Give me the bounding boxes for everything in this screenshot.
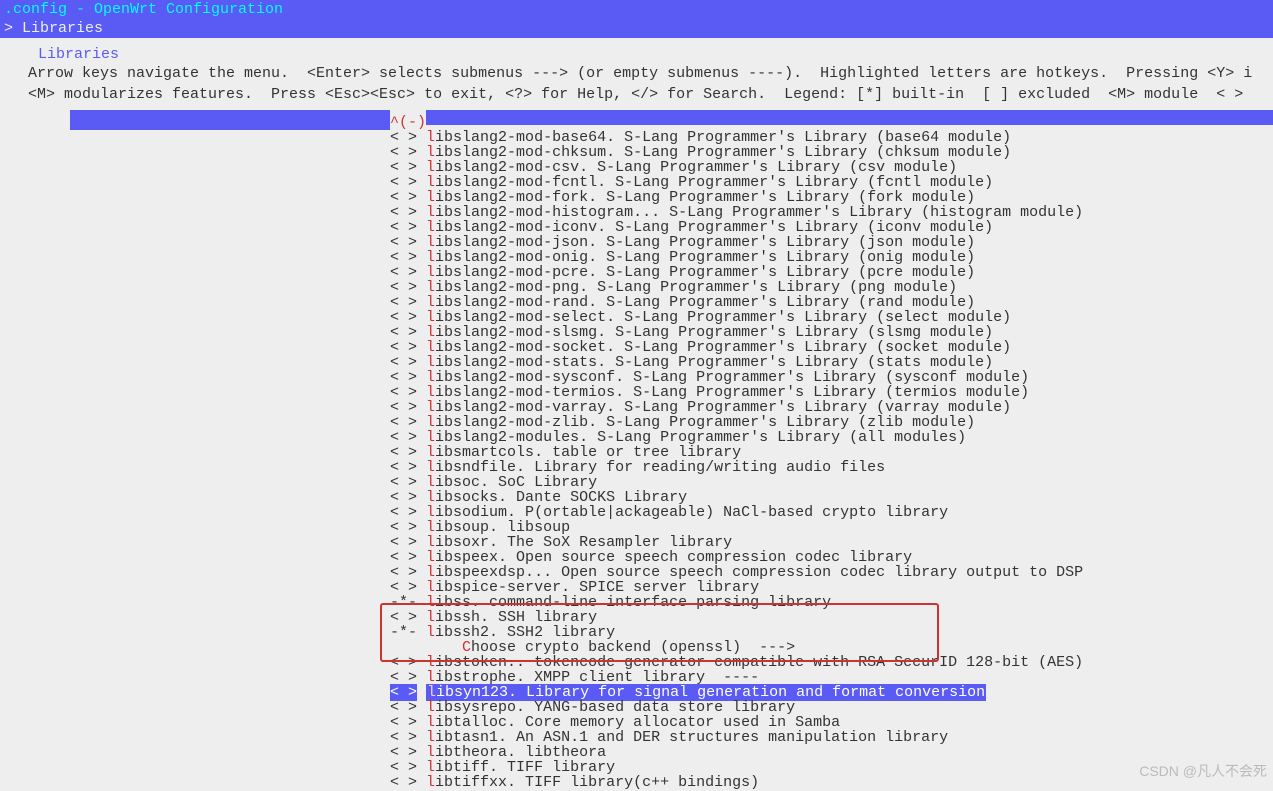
- menu-item[interactable]: -*- libssh2. SSH2 library: [390, 625, 1273, 640]
- menu-item[interactable]: < > libslang2-mod-socket. S-Lang Program…: [390, 340, 1273, 355]
- menu-item[interactable]: < > libsoup. libsoup: [390, 520, 1273, 535]
- menu-item[interactable]: < > libslang2-mod-rand. S-Lang Programme…: [390, 295, 1273, 310]
- help-text-line2: <M> modularizes features. Press <Esc><Es…: [20, 84, 1253, 105]
- menu-item[interactable]: < > libtheora. libtheora: [390, 745, 1273, 760]
- menu-item[interactable]: < > libslang2-mod-varray. S-Lang Program…: [390, 400, 1273, 415]
- menu-list[interactable]: ^(-) < > libslang2-mod-base64. S-Lang Pr…: [0, 115, 1273, 790]
- menu-item[interactable]: < > libstrophe. XMPP client library ----: [390, 670, 1273, 685]
- menu-item[interactable]: < > libslang2-mod-base64. S-Lang Program…: [390, 130, 1273, 145]
- menu-item[interactable]: < > libspeexdsp... Open source speech co…: [390, 565, 1273, 580]
- menu-item[interactable]: < > libsocks. Dante SOCKS Library: [390, 490, 1273, 505]
- menu-label: Libraries: [32, 46, 125, 63]
- menu-item[interactable]: < > libtasn1. An ASN.1 and DER structure…: [390, 730, 1273, 745]
- menu-item[interactable]: < > libslang2-mod-select. S-Lang Program…: [390, 310, 1273, 325]
- menu-item[interactable]: < > libslang2-mod-json. S-Lang Programme…: [390, 235, 1273, 250]
- menu-item[interactable]: < > libspeex. Open source speech compres…: [390, 550, 1273, 565]
- breadcrumb: > Libraries: [0, 19, 1273, 38]
- menu-item[interactable]: < > libslang2-mod-csv. S-Lang Programmer…: [390, 160, 1273, 175]
- menu-item[interactable]: < > libsyn123. Library for signal genera…: [390, 685, 1273, 700]
- menu-item[interactable]: < > libsodium. P(ortable|ackageable) NaC…: [390, 505, 1273, 520]
- menu-item[interactable]: < > libslang2-mod-termios. S-Lang Progra…: [390, 385, 1273, 400]
- menu-item[interactable]: < > libssh. SSH library: [390, 610, 1273, 625]
- menu-item[interactable]: < > libslang2-mod-sysconf. S-Lang Progra…: [390, 370, 1273, 385]
- menu-item[interactable]: < > libslang2-mod-fork. S-Lang Programme…: [390, 190, 1273, 205]
- menu-item[interactable]: < > libslang2-mod-slsmg. S-Lang Programm…: [390, 325, 1273, 340]
- menu-item[interactable]: < > libslang2-modules. S-Lang Programmer…: [390, 430, 1273, 445]
- menu-item[interactable]: < > libtiff. TIFF library: [390, 760, 1273, 775]
- window-title: .config - OpenWrt Configuration: [0, 0, 1273, 19]
- menu-item[interactable]: Choose crypto backend (openssl) --->: [390, 640, 1273, 655]
- menu-item[interactable]: < > libslang2-mod-png. S-Lang Programmer…: [390, 280, 1273, 295]
- menu-item[interactable]: < > libslang2-mod-chksum. S-Lang Program…: [390, 145, 1273, 160]
- menu-item[interactable]: < > libslang2-mod-onig. S-Lang Programme…: [390, 250, 1273, 265]
- menu-item[interactable]: < > libtiffxx. TIFF library(c++ bindings…: [390, 775, 1273, 790]
- menu-item[interactable]: < > libsmartcols. table or tree library: [390, 445, 1273, 460]
- menu-item[interactable]: < > libsndfile. Library for reading/writ…: [390, 460, 1273, 475]
- menu-item[interactable]: -*- libss. command-line interface parsin…: [390, 595, 1273, 610]
- menu-item[interactable]: < > libslang2-mod-stats. S-Lang Programm…: [390, 355, 1273, 370]
- menu-item[interactable]: < > libtalloc. Core memory allocator use…: [390, 715, 1273, 730]
- menu-item[interactable]: < > libslang2-mod-zlib. S-Lang Programme…: [390, 415, 1273, 430]
- menu-item[interactable]: < > libsoc. SoC Library: [390, 475, 1273, 490]
- menu-frame: Libraries Arrow keys navigate the menu. …: [20, 46, 1253, 105]
- menu-item[interactable]: < > libstoken.. tokencode generator comp…: [390, 655, 1273, 670]
- menu-item[interactable]: < > libspice-server. SPICE server librar…: [390, 580, 1273, 595]
- menu-item[interactable]: < > libslang2-mod-pcre. S-Lang Programme…: [390, 265, 1273, 280]
- menu-item[interactable]: < > libsoxr. The SoX Resampler library: [390, 535, 1273, 550]
- menu-item[interactable]: < > libslang2-mod-fcntl. S-Lang Programm…: [390, 175, 1273, 190]
- menu-item[interactable]: < > libslang2-mod-iconv. S-Lang Programm…: [390, 220, 1273, 235]
- help-text-line1: Arrow keys navigate the menu. <Enter> se…: [20, 63, 1253, 84]
- menu-item[interactable]: < > libslang2-mod-histogram... S-Lang Pr…: [390, 205, 1273, 220]
- menu-item[interactable]: < > libsysrepo. YANG-based data store li…: [390, 700, 1273, 715]
